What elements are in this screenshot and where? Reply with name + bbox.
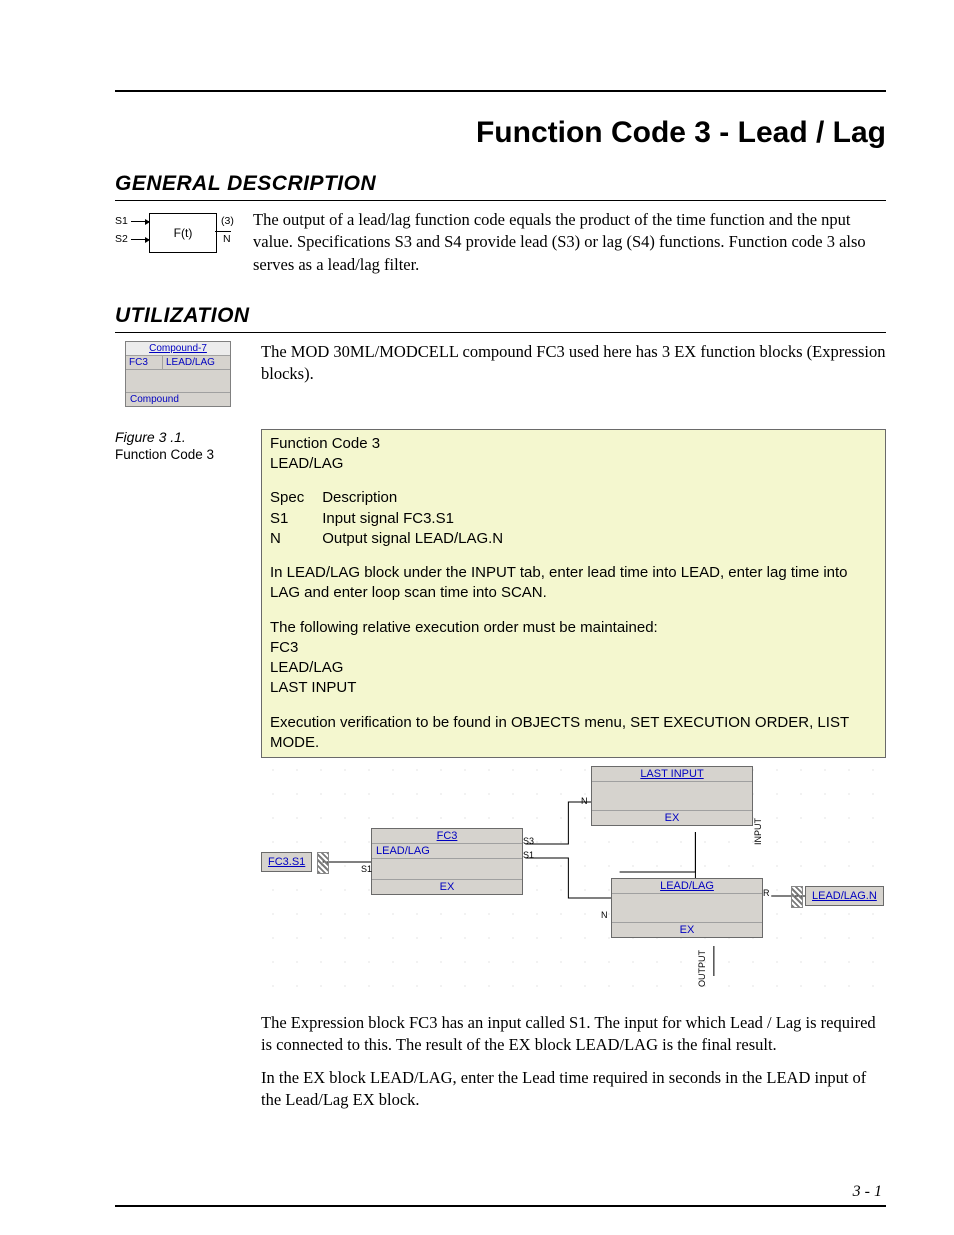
pin-input: INPUT	[753, 818, 763, 845]
hatch-icon	[791, 886, 803, 908]
pin-r: R	[763, 888, 770, 898]
ft-s2-label: S2	[115, 233, 128, 245]
pin-s1: S1	[361, 864, 372, 874]
last-title: LAST INPUT	[592, 767, 752, 781]
ft-arrow-icon	[131, 239, 149, 240]
note-p3: Execution verification to be found in OB…	[270, 713, 877, 754]
ft-arrow-icon	[131, 221, 149, 222]
pin-s3: S3	[523, 836, 534, 846]
note-p2: The following relative execution order m…	[270, 618, 877, 638]
wires-icon	[261, 758, 886, 1004]
pin-s1: S1	[523, 850, 534, 860]
ft-s1-label: S1	[115, 215, 128, 227]
pin-output: OUTPUT	[697, 950, 707, 987]
diagram-output-tag: LEAD/LAG.N	[805, 886, 884, 906]
last-ex: EX	[592, 810, 752, 825]
ft-out-top: (3)	[221, 215, 234, 227]
note-line2: LEAD/LAG	[270, 454, 877, 474]
utilization-intro: Compound-7 FC3 LEAD/LAG Compound The MOD…	[115, 341, 886, 407]
general-content: S1 S2 F(t) (3) N The output of a lead/la…	[115, 209, 886, 286]
compound-right: LEAD/LAG	[163, 356, 230, 369]
section-rule-utilization	[115, 332, 886, 333]
compound-left: FC3	[126, 356, 163, 369]
utilization-intro-text: The MOD 30ML/MODCELL compound FC3 used h…	[261, 341, 886, 386]
fc3-ex: EX	[372, 879, 522, 894]
after-diagram-p2: In the EX block LEAD/LAG, enter the Lead…	[261, 1067, 886, 1112]
diagram-leadlag-block: LEAD/LAG EX	[611, 878, 763, 938]
pin-n: N	[581, 796, 588, 806]
note-ord-0: FC3	[270, 638, 877, 658]
after-diagram-p1: The Expression block FC3 has an input ca…	[261, 1012, 886, 1057]
ll-ex: EX	[612, 922, 762, 937]
note-ord-1: LEAD/LAG	[270, 658, 877, 678]
diagram-input-tag: FC3.S1	[261, 852, 312, 872]
compound-footer: Compound	[126, 392, 230, 406]
diagram-fc3-block: FC3 LEAD/LAG EX	[371, 828, 523, 895]
general-text: The output of a lead/lag function code e…	[253, 209, 886, 276]
fc3-sub: LEAD/LAG	[372, 843, 522, 858]
block-diagram: FC3.S1 FC3 LEAD/LAG EX S1 S3 S1 LAST INP…	[261, 758, 886, 1004]
section-heading-general: GENERAL DESCRIPTION	[115, 172, 886, 196]
ll-title: LEAD/LAG	[612, 879, 762, 893]
ft-out-line	[215, 231, 231, 232]
pin-n: N	[601, 910, 608, 920]
ft-out-bot: N	[223, 233, 231, 245]
note-ord-2: LAST INPUT	[270, 678, 877, 698]
hatch-icon	[317, 852, 329, 874]
page: Function Code 3 - Lead / Lag GENERAL DES…	[0, 0, 954, 1235]
note-line1: Function Code 3	[270, 434, 877, 454]
compound-icon: Compound-7 FC3 LEAD/LAG Compound	[125, 341, 231, 407]
figure-row: Figure 3 .1. Function Code 3 Function Co…	[115, 429, 886, 1121]
figure-label: Figure 3 .1.	[115, 429, 247, 445]
diagram-lastinput-block: LAST INPUT EX	[591, 766, 753, 826]
bottom-rule	[115, 1205, 886, 1207]
note-p1: In LEAD/LAG block under the INPUT tab, e…	[270, 563, 877, 604]
top-rule	[115, 90, 886, 92]
compound-header: Compound-7	[126, 342, 230, 355]
page-title: Function Code 3 - Lead / Lag	[60, 116, 886, 150]
ft-box: F(t)	[149, 213, 217, 253]
spec-hdr-a: Spec	[270, 488, 322, 508]
fc3-title: FC3	[372, 829, 522, 843]
figure-caption: Function Code 3	[115, 447, 247, 462]
table-row: N Output signal LEAD/LAG.N	[270, 529, 521, 549]
spec-hdr-b: Description	[322, 488, 521, 508]
section-heading-utilization: UTILIZATION	[115, 304, 886, 328]
page-number: 3 - 1	[853, 1183, 882, 1201]
table-row: S1 Input signal FC3.S1	[270, 509, 521, 529]
note-panel: Function Code 3 LEAD/LAG Spec Descriptio…	[261, 429, 886, 758]
ft-icon: S1 S2 F(t) (3) N	[115, 209, 239, 257]
note-spec-table: Spec Description S1 Input signal FC3.S1 …	[270, 488, 521, 549]
section-rule-general	[115, 200, 886, 201]
